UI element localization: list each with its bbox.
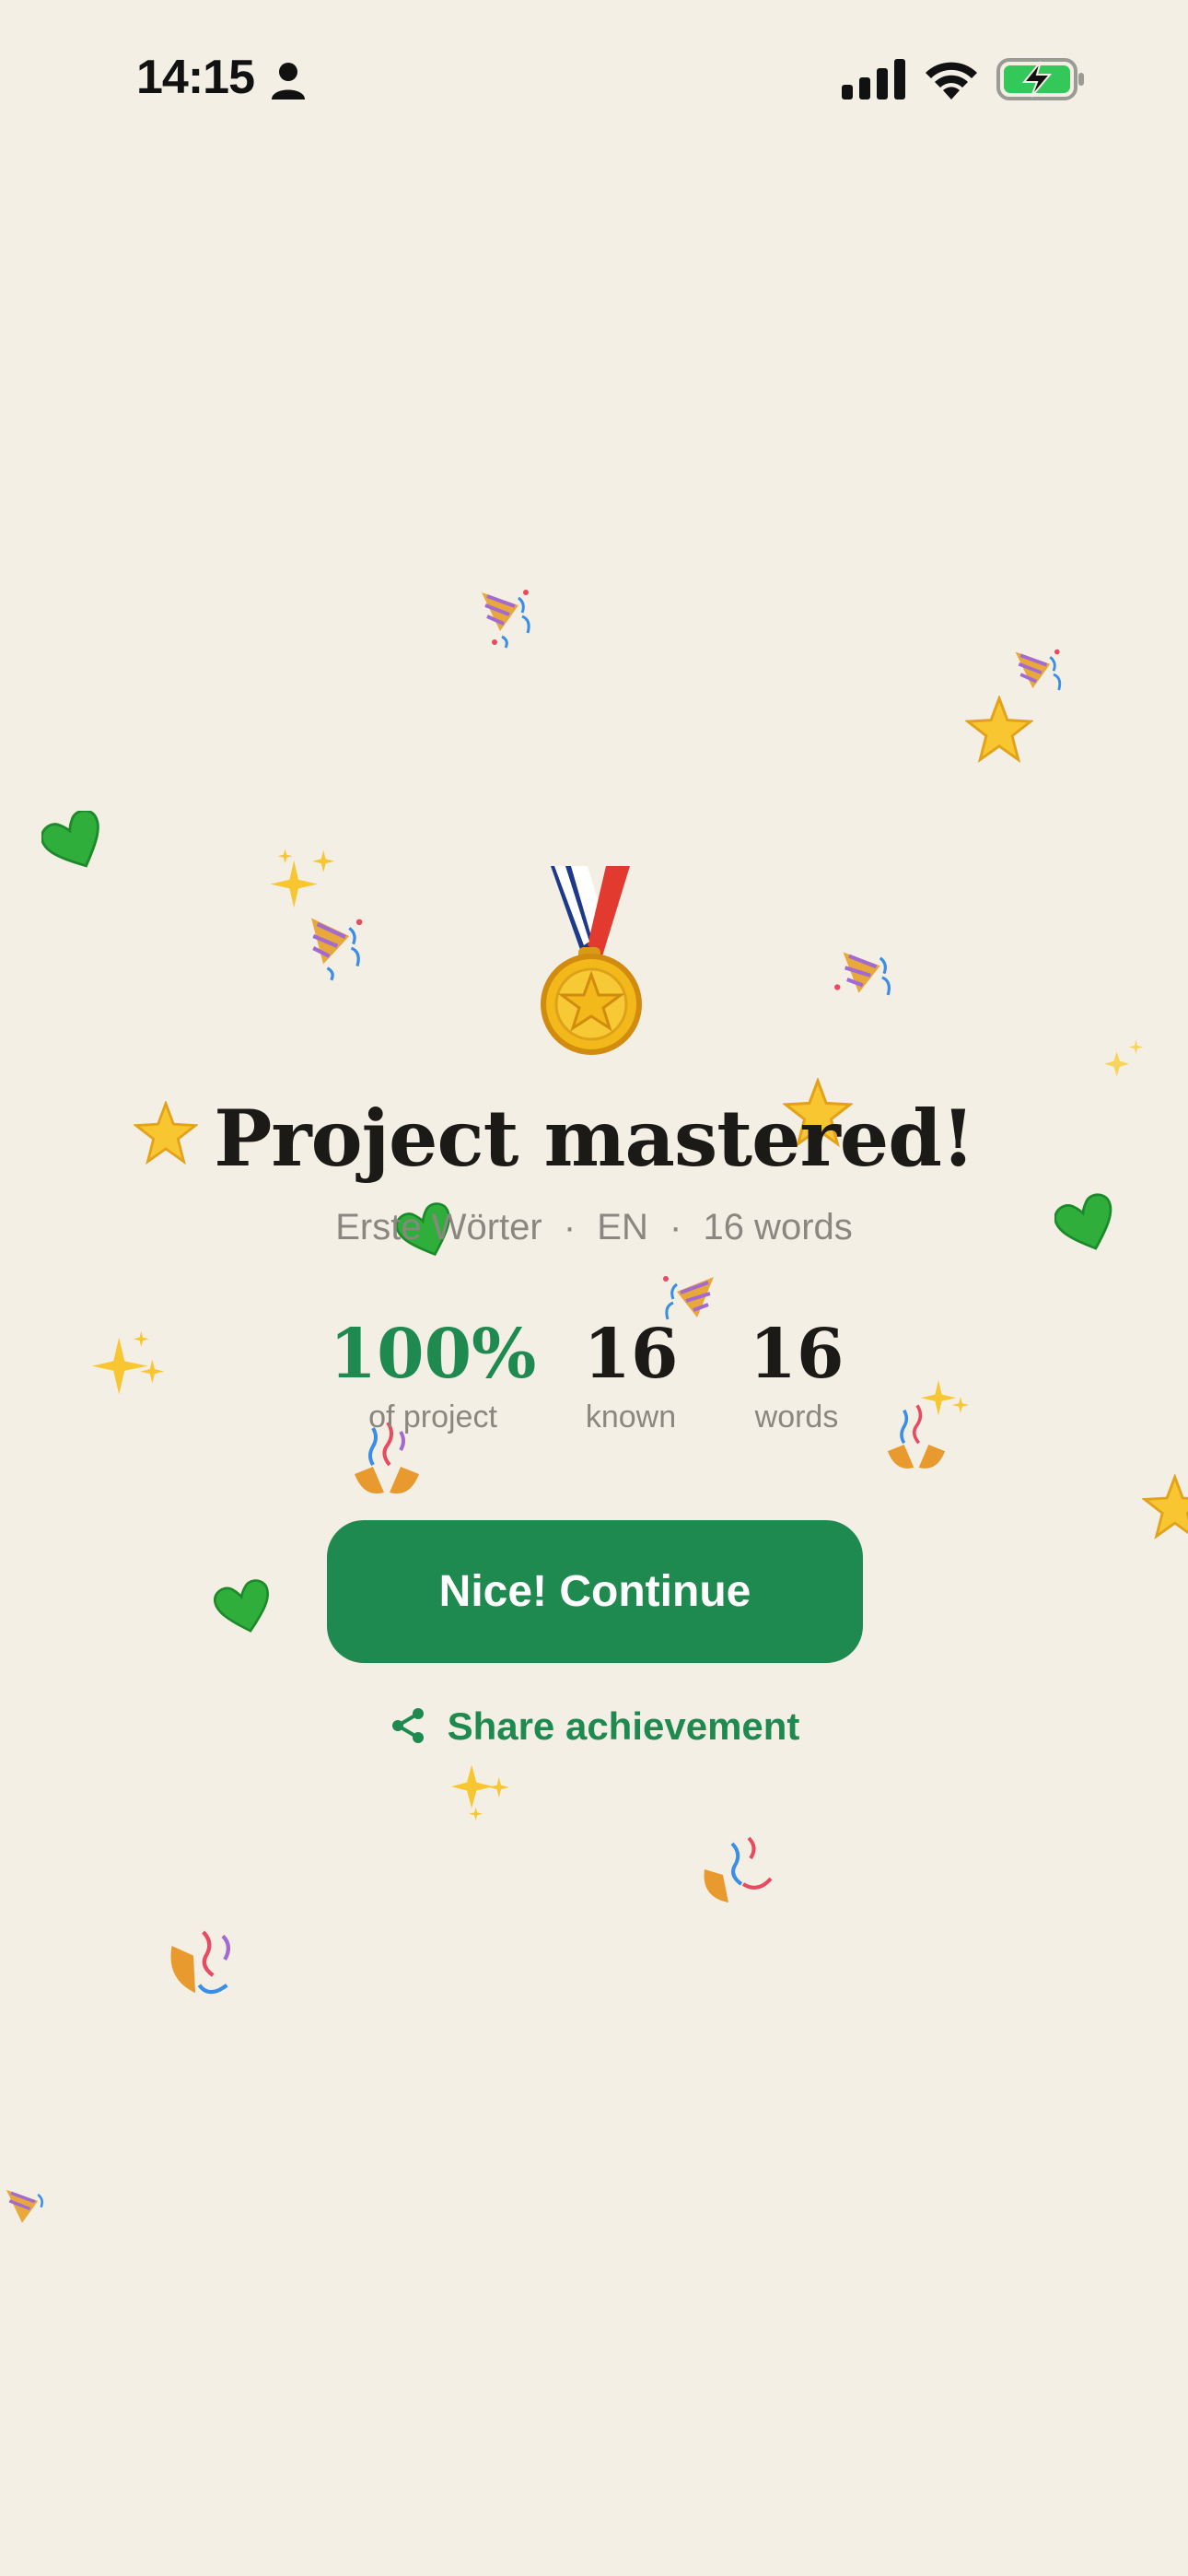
stat-label: known [585,1399,677,1434]
word-count: 16 words [703,1207,853,1247]
stat-known: 16 known [562,1313,700,1435]
party-popper-icon [834,952,891,996]
stat-value: 16 [583,1315,679,1394]
share-label: Share achievement [447,1704,800,1748]
share-icon [391,1708,424,1743]
gold-medal-icon [541,866,642,1055]
sparkles-icon [451,1764,509,1821]
stat-progress: 100% of project [313,1313,553,1435]
separator: · [563,1207,577,1247]
party-popper-icon [6,2189,43,2223]
star-icon [965,696,1033,764]
celebration-screen: Project mastered! Erste Wörter · EN · 16… [0,0,1188,2576]
party-popper-icon [482,590,530,649]
stat-value: 16 [749,1315,844,1394]
project-name: Erste Wörter [335,1207,542,1247]
page-title: Project mastered! [214,1093,975,1184]
party-popper-icon [311,918,363,981]
continue-button[interactable]: Nice! Continue [327,1520,863,1663]
sparkles-icon [270,849,335,908]
confetti-icon [170,1930,230,1995]
share-achievement-link[interactable]: Share achievement [0,1704,1188,1760]
project-subtitle: Erste Wörter · EN · 16 words [0,1207,1188,1248]
stat-value: 100% [329,1315,537,1394]
confetti-icon [704,1836,773,1903]
party-popper-icon [1015,649,1062,691]
language-code: EN [597,1207,648,1247]
sparkles-icon [1104,1039,1144,1077]
stat-label: words [754,1399,839,1434]
stat-words: 16 words [728,1313,866,1435]
star-icon [1142,1474,1188,1540]
stat-label: of project [368,1399,497,1434]
green-heart-icon [214,1579,269,1633]
separator: · [670,1207,682,1247]
green-heart-icon [41,811,99,868]
stats-row: 100% of project 16 known 16 words [0,1313,1188,1451]
